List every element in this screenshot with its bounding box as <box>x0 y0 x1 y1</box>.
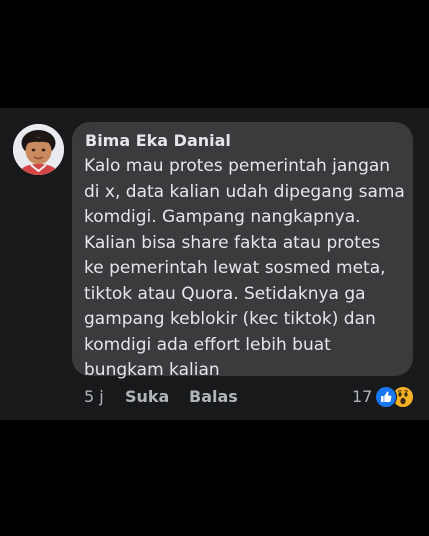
comment-timestamp[interactable]: 5 j <box>84 386 104 408</box>
comment-text-line: tiktok atau Quora. Setidaknya ga <box>84 283 366 304</box>
comment-text-line: komdigi ada effort lebih buat <box>84 334 331 355</box>
reaction-summary[interactable] <box>375 385 415 408</box>
reply-button[interactable]: Balas <box>189 386 238 408</box>
comment-text-line: komdigi. Gampang nangkapnya. <box>84 207 361 227</box>
like-button[interactable]: Suka <box>125 386 169 408</box>
reaction-count[interactable]: 17 <box>352 386 372 408</box>
comment-text-line: Kalian bisa share fakta atau protes <box>84 232 381 253</box>
comment-text-line: di x, data kalian udah dipegang sama <box>84 181 405 202</box>
comment-text: Kalo mau protes pemerintah jangan di x, … <box>84 154 406 384</box>
comment-text-line: bungkam kalian <box>84 360 220 380</box>
comment-text-line: ke pemerintah lewat sosmed meta, <box>84 258 386 278</box>
like-icon <box>375 386 397 408</box>
comment-author[interactable]: Bima Eka Danial <box>85 130 231 152</box>
avatar-image <box>13 124 64 175</box>
avatar[interactable] <box>13 124 64 175</box>
comment-text-line: Kalo mau protes pemerintah jangan <box>84 156 391 176</box>
comment-text-line: gampang keblokir (kec tiktok) dan <box>84 309 376 329</box>
